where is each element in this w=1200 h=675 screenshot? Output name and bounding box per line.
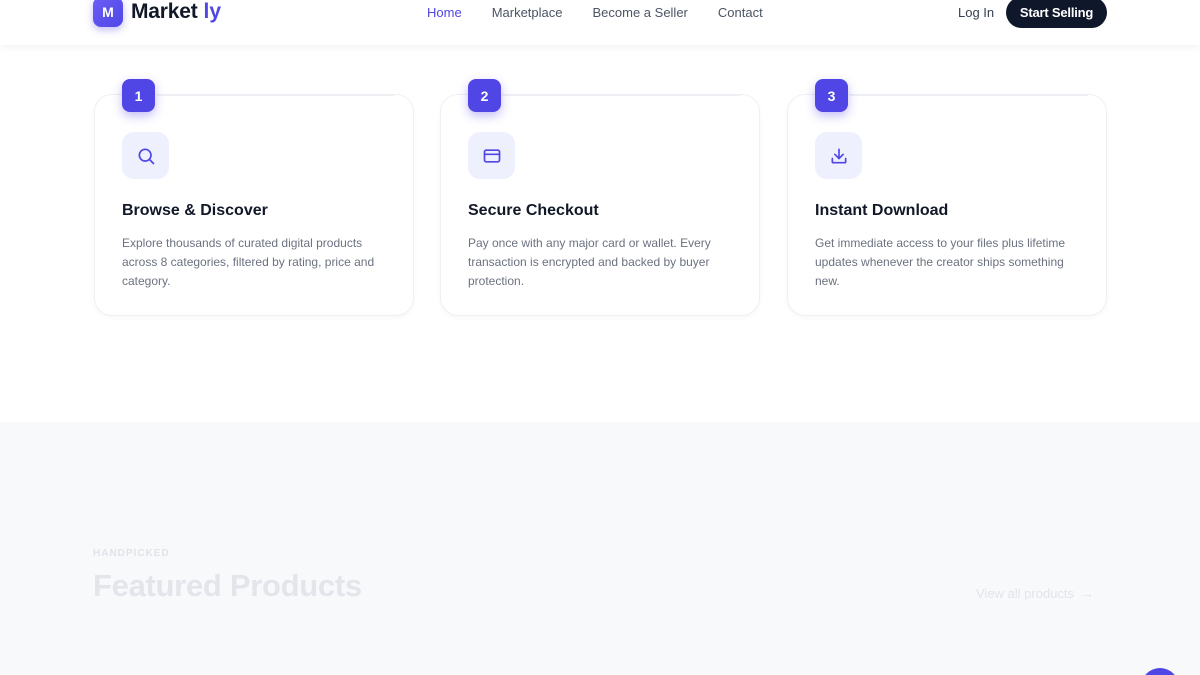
- logo-badge: M: [93, 0, 123, 27]
- step-number-badge: 2: [468, 79, 501, 112]
- step-title: Secure Checkout: [468, 202, 599, 219]
- logo-accent: ly: [203, 0, 222, 23]
- step-card-checkout: 2 Secure Checkout Pay once with any majo…: [440, 79, 760, 316]
- featured-section: HANDPICKED Featured Products View all pr…: [0, 422, 1200, 675]
- step-description: Get immediate access to your files plus …: [815, 236, 1066, 288]
- view-all-products-link[interactable]: View all products →: [976, 585, 1094, 601]
- step-title: Browse & Discover: [122, 202, 268, 219]
- section-eyebrow: HANDPICKED: [93, 548, 170, 559]
- main-nav: Home Marketplace Become a Seller Contact: [427, 5, 793, 20]
- step-icon-box: [122, 132, 169, 179]
- step-title: Instant Download: [815, 202, 949, 219]
- site-header: M Market ly Home Marketplace Become a Se…: [0, 0, 1200, 45]
- step-icon-box: [815, 132, 862, 179]
- nav-contact[interactable]: Contact: [718, 5, 763, 20]
- arrow-right-icon: →: [1080, 585, 1095, 601]
- step-card-download: 3 Instant Download Get immediate access …: [787, 79, 1107, 316]
- logo[interactable]: M Market ly: [93, 0, 221, 27]
- step-divider: [850, 95, 1088, 96]
- step-divider: [503, 95, 741, 96]
- step-number-badge: 3: [815, 79, 848, 112]
- logo-text: Market: [131, 0, 198, 23]
- nav-marketplace[interactable]: Marketplace: [492, 5, 563, 20]
- page: M Market ly Home Marketplace Become a Se…: [0, 0, 1200, 675]
- credit-card-icon: [483, 148, 500, 163]
- step-description: Explore thousands of curated digital pro…: [122, 236, 375, 288]
- download-icon: [831, 148, 846, 163]
- step-description: Pay once with any major card or wallet. …: [468, 236, 711, 288]
- step-number-badge: 1: [122, 79, 155, 112]
- step-icon-box: [468, 132, 515, 179]
- login-link[interactable]: Log In: [958, 5, 994, 20]
- step-divider: [157, 95, 395, 96]
- nav-home[interactable]: Home: [427, 5, 462, 20]
- view-all-label: View all products: [976, 585, 1075, 601]
- section-title: Featured Products: [93, 568, 362, 603]
- start-selling-button[interactable]: Start Selling: [1006, 0, 1107, 28]
- search-icon: [138, 148, 154, 164]
- step-card-browse: 1 Browse & Discover Explore thousands of…: [94, 79, 414, 316]
- nav-become-a-seller[interactable]: Become a Seller: [593, 5, 688, 20]
